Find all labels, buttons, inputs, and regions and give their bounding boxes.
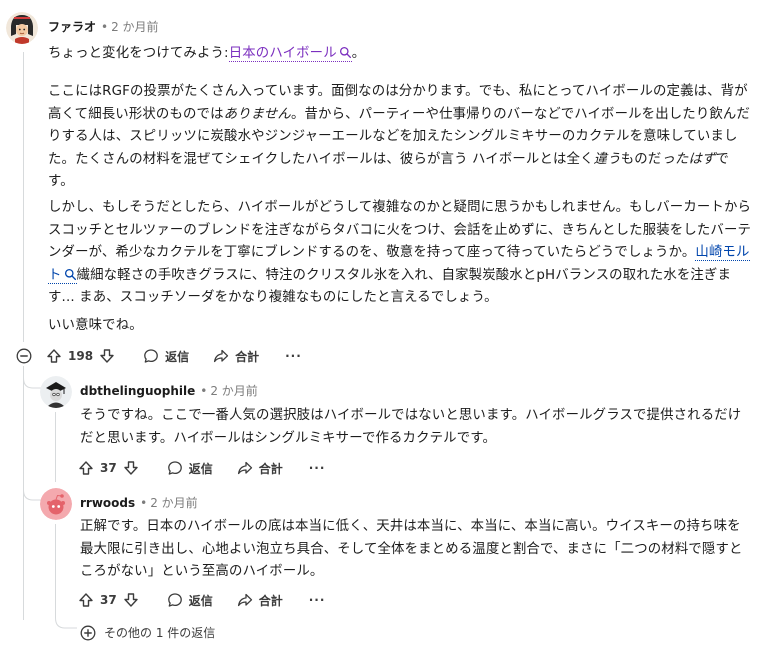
comment-paragraph-2: ここにはRGFの投票がたくさん入っています。面倒なのは分かります。でも、私にとっ… bbox=[48, 81, 752, 194]
snoo-avatar[interactable] bbox=[40, 488, 72, 520]
branch-curve-reply2 bbox=[23, 478, 41, 501]
p3-text-a: しかし、もしそうだとしたら、ハイボールがどうして複雑なのかと疑問に思うかもしれま… bbox=[48, 200, 752, 260]
reply-1-meta: dbthelinguophile • 2 か月前 bbox=[80, 383, 258, 399]
share-icon bbox=[214, 349, 229, 363]
meta-separator: • bbox=[200, 384, 208, 398]
share-label: 合計 bbox=[258, 593, 283, 608]
reply-2-text: 正解です。日本のハイボールの底は本当に低く、天井は本当に、本当に、本当に高い。ウ… bbox=[80, 516, 752, 584]
p2-emphasis-3: ったはず bbox=[661, 151, 716, 167]
share-button[interactable]: 合計 bbox=[213, 348, 259, 365]
comment-action-bar: 198 返信 合計 ··· bbox=[46, 344, 302, 368]
branch-curve-reply1 bbox=[23, 366, 41, 389]
search-link-japanese-highball[interactable]: 日本のハイボール bbox=[228, 46, 352, 62]
meta-separator: • bbox=[140, 496, 148, 510]
p4-text: いい意味でね。 bbox=[48, 318, 143, 333]
upvote-icon bbox=[79, 461, 93, 475]
search-icon bbox=[339, 46, 351, 59]
comment-meta: ファラオ • 2 か月前 bbox=[48, 19, 159, 35]
upvote-button[interactable] bbox=[78, 460, 94, 476]
vote-count: 37 bbox=[100, 461, 117, 475]
vote-count: 37 bbox=[100, 593, 117, 607]
p1-text-before: ちょっと変化をつけてみよう: bbox=[48, 46, 229, 61]
reply-2-time[interactable]: 2 か月前 bbox=[150, 496, 197, 510]
more-replies-label: その他の 1 件の返信 bbox=[104, 626, 216, 640]
p2-text-c: ものだ bbox=[620, 151, 662, 167]
vote-count: 198 bbox=[68, 349, 94, 363]
downvote-icon bbox=[100, 349, 114, 363]
reply-label: 返信 bbox=[188, 593, 213, 608]
share-icon bbox=[237, 461, 252, 475]
plus-circle-icon bbox=[80, 625, 96, 640]
reply-1-action-bar: 37 返信 合計 ··· bbox=[78, 456, 325, 480]
search-icon bbox=[64, 268, 76, 280]
share-button[interactable]: 合計 bbox=[237, 592, 283, 609]
thread-line-main bbox=[23, 52, 24, 342]
downvote-button[interactable] bbox=[99, 348, 115, 364]
comment-author[interactable]: ファラオ bbox=[48, 20, 96, 34]
more-options-button[interactable]: ··· bbox=[285, 349, 302, 363]
downvote-button[interactable] bbox=[123, 460, 139, 476]
share-label: 合計 bbox=[235, 349, 260, 364]
comment-time[interactable]: 2 か月前 bbox=[111, 20, 158, 34]
reply-2-meta: rrwoods • 2 か月前 bbox=[80, 495, 198, 511]
comment-icon bbox=[144, 349, 158, 363]
downvote-icon bbox=[124, 593, 138, 607]
p3-text-b: 繊細な軽さの手吹きグラスに、特注のクリスタル氷を入れ、自家製炭酸水とpHバランス… bbox=[48, 267, 732, 306]
more-replies-button[interactable]: その他の 1 件の返信 bbox=[80, 624, 215, 641]
thread-line-reply2 bbox=[55, 524, 56, 618]
search-link-label: 日本のハイボール bbox=[228, 46, 337, 61]
reply-button[interactable]: 返信 bbox=[143, 348, 189, 365]
comment-icon bbox=[167, 461, 182, 475]
share-icon bbox=[237, 593, 252, 607]
reply-1-body: そうですね。ここで一番人気の選択肢はハイボールではないと思います。ハイボールグラ… bbox=[80, 408, 742, 446]
reply-2-action-bar: 37 返信 合計 ··· bbox=[78, 588, 325, 612]
branch-curve-more bbox=[55, 610, 77, 629]
reply-1-author[interactable]: dbthelinguophile bbox=[80, 384, 195, 398]
reply-button[interactable]: 返信 bbox=[167, 460, 213, 477]
thread-line-reply1 bbox=[55, 412, 56, 482]
reply-button[interactable]: 返信 bbox=[167, 592, 213, 609]
meta-separator: • bbox=[101, 20, 109, 34]
comment-paragraph-3: しかし、もしそうだとしたら、ハイボールがどうして複雑なのかと疑問に思うかもしれま… bbox=[48, 197, 752, 310]
p1-text-after: 。 bbox=[351, 46, 366, 61]
share-button[interactable]: 合計 bbox=[237, 460, 283, 477]
more-options-button[interactable]: ··· bbox=[309, 461, 326, 475]
reply-2-body: 正解です。日本のハイボールの底は本当に低く、天井は本当に、本当に、本当に高い。ウ… bbox=[80, 519, 743, 579]
avatar-pharaoh[interactable] bbox=[6, 12, 38, 44]
avatar-dbthelinguophile[interactable] bbox=[40, 376, 72, 408]
comment-paragraph-4: いい意味でね。 bbox=[48, 315, 748, 338]
reply-1-text: そうですね。ここで一番人気の選択肢はハイボールではないと思います。ハイボールグラ… bbox=[80, 405, 752, 450]
reply-label: 返信 bbox=[188, 461, 213, 476]
upvote-icon bbox=[47, 349, 61, 363]
upvote-icon bbox=[79, 593, 93, 607]
p2-emphasis-2: 違う bbox=[593, 151, 621, 167]
comment-paragraph-1: ちょっと変化をつけてみよう:日本のハイボール。 bbox=[48, 43, 748, 66]
p2-emphasis-1: ありません bbox=[223, 106, 291, 122]
reply-label: 返信 bbox=[165, 349, 190, 364]
downvote-icon bbox=[124, 461, 138, 475]
reply-1-time[interactable]: 2 か月前 bbox=[210, 384, 257, 398]
comment-icon bbox=[167, 593, 182, 607]
collapse-icon[interactable] bbox=[16, 348, 32, 364]
upvote-button[interactable] bbox=[46, 348, 62, 364]
share-label: 合計 bbox=[258, 461, 283, 476]
upvote-button[interactable] bbox=[78, 592, 94, 608]
more-options-button[interactable]: ··· bbox=[309, 593, 326, 607]
reply-2-author[interactable]: rrwoods bbox=[80, 496, 135, 510]
downvote-button[interactable] bbox=[123, 592, 139, 608]
